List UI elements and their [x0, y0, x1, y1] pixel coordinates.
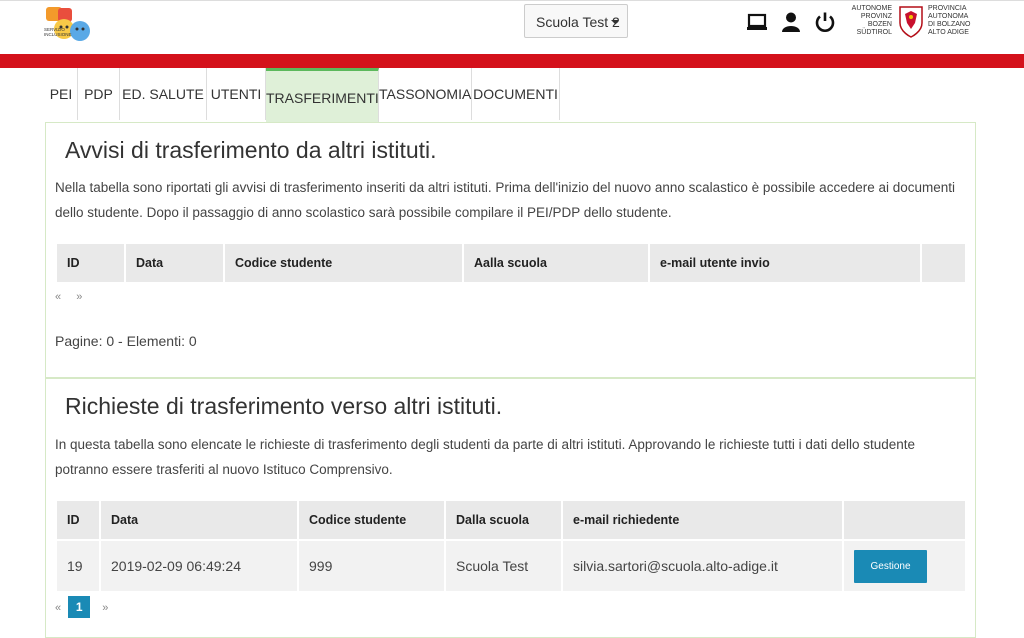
tab-utenti[interactable]: UTENTI: [207, 68, 266, 120]
incoming-title: Avvisi di trasferimento da altri istitut…: [65, 137, 437, 163]
main-tabs: PEI PDP ED. SALUTE UTENTI TRASFERIMENTI …: [45, 68, 976, 122]
tab-tassonomia[interactable]: TASSONOMIA: [379, 68, 472, 120]
column-header[interactable]: Aalla scuola: [464, 244, 650, 282]
school-select[interactable]: Scuola Test 2: [524, 4, 628, 38]
table-header-row: ID Data Codice studente Dalla scuola e-m…: [57, 501, 965, 539]
cell-data: 2019-02-09 06:49:24: [101, 539, 299, 591]
cell-email: silvia.sartori@scuola.alto-adige.it: [563, 539, 844, 591]
tab-pei[interactable]: PEI: [45, 68, 78, 120]
column-header[interactable]: e-mail utente invio: [650, 244, 922, 282]
tab-documenti[interactable]: DOCUMENTI: [472, 68, 560, 120]
column-header[interactable]: Codice studente: [225, 244, 464, 282]
outgoing-pager: « 1 »: [55, 596, 108, 618]
school-select-value: Scuola Test 2: [536, 14, 620, 30]
column-header[interactable]: Data: [101, 501, 299, 539]
column-header[interactable]: ID: [57, 244, 126, 282]
pager-page-1[interactable]: 1: [68, 596, 91, 618]
incoming-table: ID Data Codice studente Aalla scuola e-m…: [57, 244, 965, 282]
province-brand: AUTONOME PROVINZ BOZEN SÜDTIROL PROVINCIA AU…: [848, 5, 972, 45]
cell-action: Gestione: [844, 539, 965, 591]
column-header[interactable]: Codice studente: [299, 501, 446, 539]
user-icon[interactable]: [780, 11, 802, 33]
outgoing-title: Richieste di trasferimento verso altri i…: [65, 393, 503, 419]
servizio-inclusione-logo[interactable]: [44, 5, 96, 47]
pager-prev[interactable]: «: [55, 291, 61, 303]
logo-caption: SERVIZIO INCLUSIONE: [44, 27, 72, 37]
table-header-row: ID Data Codice studente Aalla scuola e-m…: [57, 244, 965, 282]
column-header[interactable]: Dalla scuola: [446, 501, 563, 539]
pager-next[interactable]: »: [76, 291, 82, 303]
incoming-description: Nella tabella sono riportati gli avvisi …: [55, 180, 956, 220]
incoming-transfers-panel: Avvisi di trasferimento da altri istitut…: [45, 122, 976, 378]
cell-codice-studente: 999: [299, 539, 446, 591]
coat-of-arms-icon: [899, 6, 923, 38]
column-header: [844, 501, 965, 539]
column-header[interactable]: Data: [126, 244, 225, 282]
laptop-icon[interactable]: [746, 11, 768, 33]
pager-prev[interactable]: «: [55, 602, 61, 614]
red-accent-bar: [0, 54, 1024, 68]
outgoing-table: ID Data Codice studente Dalla scuola e-m…: [57, 501, 965, 591]
column-header[interactable]: e-mail richiedente: [563, 501, 844, 539]
pager-next[interactable]: »: [102, 602, 108, 614]
gestione-button[interactable]: Gestione: [854, 549, 927, 583]
cell-dalla-scuola: Scuola Test: [446, 539, 563, 591]
tab-pdp[interactable]: PDP: [78, 68, 120, 120]
table-row: 19 2019-02-09 06:49:24 999 Scuola Test s…: [57, 539, 965, 591]
incoming-stats: Pagine: 0 - Elementi: 0: [55, 333, 197, 349]
brand-italian: PROVINCIA AUTONOMA DI BOLZANO ALTO ADIGE: [928, 5, 971, 36]
column-header: [922, 244, 965, 282]
column-header[interactable]: ID: [57, 501, 101, 539]
outgoing-description: In questa tabella sono elencate le richi…: [55, 437, 916, 477]
chevron-down-icon: [611, 20, 619, 24]
brand-german: AUTONOME PROVINZ BOZEN SÜDTIROL: [851, 5, 892, 36]
power-icon[interactable]: [814, 11, 836, 33]
outgoing-transfers-panel: Richieste di trasferimento verso altri i…: [45, 378, 976, 638]
tab-ed-salute[interactable]: ED. SALUTE: [120, 68, 207, 120]
top-bar: SERVIZIO INCLUSIONE Scuola Test 2 AUTONO…: [0, 0, 1024, 55]
incoming-pager: « »: [55, 291, 82, 303]
tab-trasferimenti[interactable]: TRASFERIMENTI: [266, 68, 379, 122]
cell-id: 19: [57, 539, 101, 591]
